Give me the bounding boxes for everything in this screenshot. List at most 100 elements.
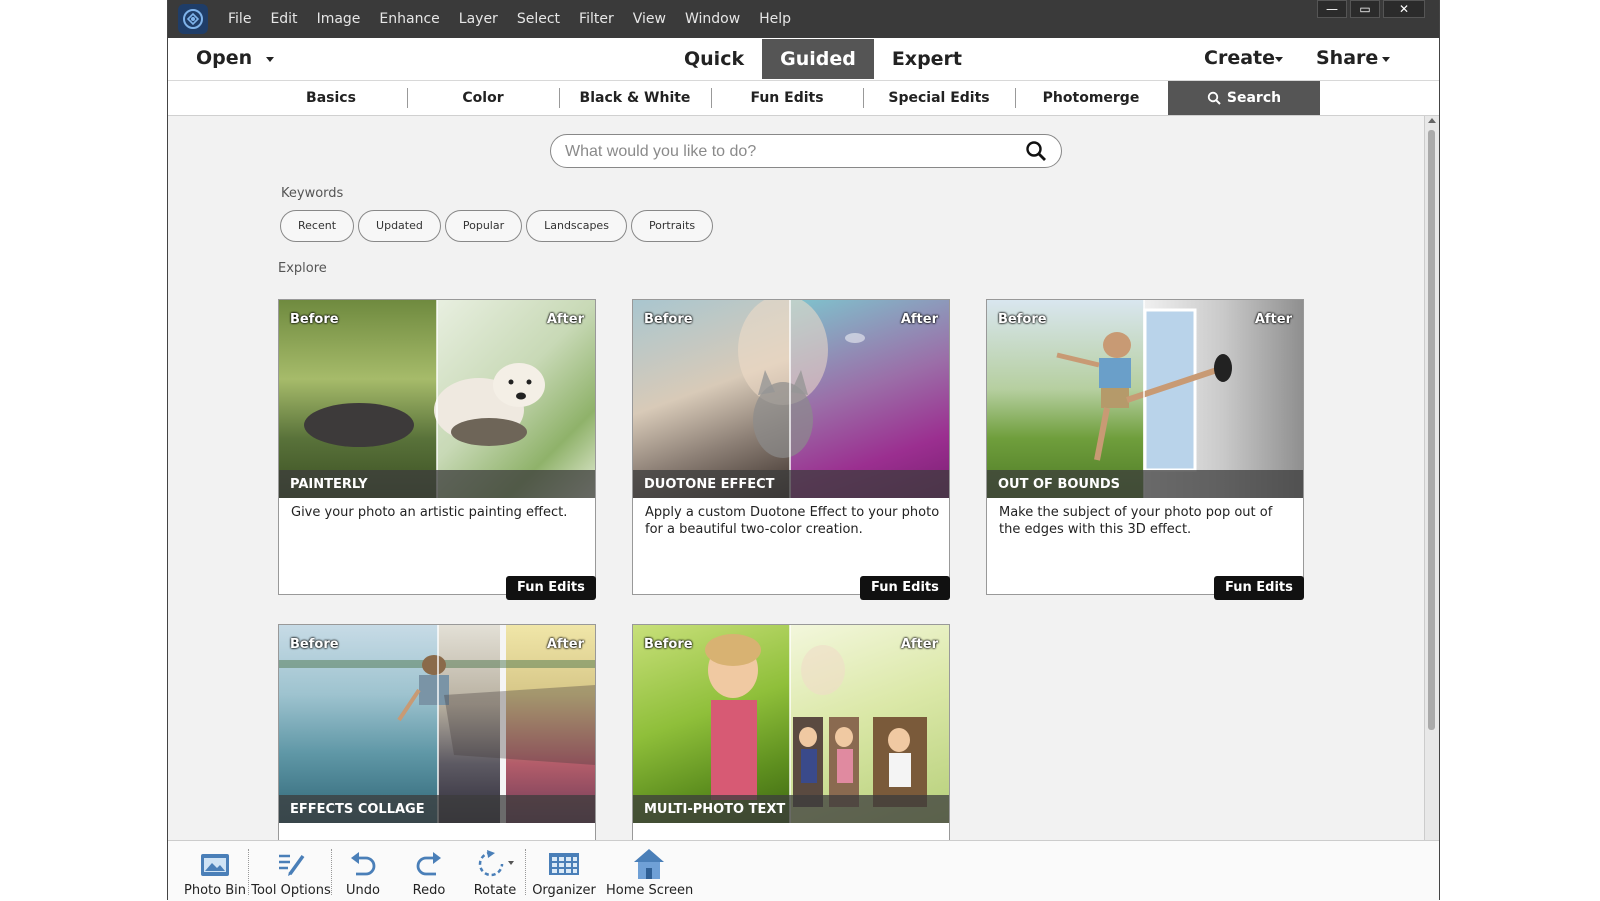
- card-painterly[interactable]: Before After PAINTERLY Give your photo a…: [278, 299, 596, 595]
- card-duotone-effect[interactable]: Before After DUOTONE EFFECT Apply a cust…: [632, 299, 950, 595]
- menu-bar: File Edit Image Enhance Layer Select Fil…: [168, 0, 1439, 38]
- close-button[interactable]: ✕: [1383, 0, 1425, 18]
- card-title: PAINTERLY: [290, 477, 368, 492]
- after-label: After: [546, 637, 584, 652]
- home-screen-button[interactable]: Home Screen: [606, 847, 693, 898]
- keywords-label: Keywords: [281, 186, 344, 201]
- menu-help[interactable]: Help: [759, 11, 791, 27]
- keyword-popular[interactable]: Popular: [444, 210, 523, 242]
- photo-bin-label: Photo Bin: [184, 883, 246, 898]
- toolbar-divider: [248, 849, 249, 895]
- duotone-thumbnail: Before After DUOTONE EFFECT: [633, 300, 949, 498]
- before-label: Before: [290, 637, 339, 652]
- menu-image[interactable]: Image: [317, 11, 361, 27]
- photo-bin-icon: [201, 854, 229, 876]
- search-field[interactable]: [550, 134, 1062, 168]
- after-label: After: [546, 312, 584, 327]
- guided-category-tabs: Basics Color Black & White Fun Edits Spe…: [168, 81, 1439, 116]
- open-button[interactable]: Open: [196, 47, 252, 69]
- card-title: DUOTONE EFFECT: [644, 477, 775, 492]
- tab-fun-edits[interactable]: Fun Edits: [712, 81, 862, 115]
- fun-edits-badge: Fun Edits: [860, 576, 950, 600]
- tab-search-label: Search: [1226, 90, 1282, 106]
- tab-black-white[interactable]: Black & White: [560, 81, 710, 115]
- scrollbar-thumb[interactable]: [1428, 130, 1435, 730]
- rotate-caret-icon: [508, 861, 514, 865]
- share-button[interactable]: Share: [1316, 47, 1378, 69]
- search-input[interactable]: [563, 139, 1007, 165]
- before-label: Before: [290, 312, 339, 327]
- content-scrollbar[interactable]: [1424, 116, 1439, 840]
- organizer-button[interactable]: Organizer: [528, 847, 600, 898]
- card-description: Make the subject of your photo pop out o…: [999, 505, 1273, 537]
- card-multi-photo-text[interactable]: Before After MULTI-PHOTO TEXT: [632, 624, 950, 840]
- rotate-button[interactable]: Rotate: [468, 847, 522, 898]
- redo-button[interactable]: Redo: [404, 847, 454, 898]
- menu-window[interactable]: Window: [685, 11, 740, 27]
- create-button[interactable]: Create: [1204, 47, 1275, 69]
- card-description: Give your photo an artistic painting eff…: [291, 505, 568, 520]
- mode-expert[interactable]: Expert: [874, 39, 980, 79]
- undo-icon: [351, 852, 376, 876]
- explore-label: Explore: [278, 261, 327, 276]
- card-title: OUT OF BOUNDS: [998, 477, 1121, 492]
- menu-view[interactable]: View: [633, 11, 666, 27]
- keyword-pills: Recent Updated Popular Landscapes Portra…: [280, 210, 717, 242]
- mode-guided[interactable]: Guided: [762, 39, 874, 79]
- search-icon: [1207, 91, 1221, 105]
- redo-label: Redo: [412, 883, 446, 898]
- rotate-label: Rotate: [473, 883, 517, 898]
- app-logo-icon: [178, 4, 208, 34]
- menu-layer[interactable]: Layer: [459, 11, 498, 27]
- scroll-up-arrow-icon[interactable]: [1428, 118, 1436, 123]
- home-icon: [634, 849, 664, 879]
- open-dropdown-caret-icon[interactable]: [266, 57, 274, 62]
- tab-basics[interactable]: Basics: [256, 81, 406, 115]
- after-label: After: [1254, 312, 1292, 327]
- tab-special-edits[interactable]: Special Edits: [864, 81, 1014, 115]
- guided-search-panel: Keywords Recent Updated Popular Landscap…: [168, 116, 1426, 840]
- magnifier-icon[interactable]: [1025, 140, 1047, 162]
- mode-quick[interactable]: Quick: [666, 39, 762, 79]
- tab-photomerge[interactable]: Photomerge: [1016, 81, 1166, 115]
- card-title: MULTI-PHOTO TEXT: [644, 802, 786, 817]
- keyword-landscapes[interactable]: Landscapes: [526, 210, 627, 242]
- menu-file[interactable]: File: [228, 11, 251, 27]
- menu-filter[interactable]: Filter: [579, 11, 614, 27]
- tool-options-label: Tool Options: [251, 883, 331, 898]
- organizer-label: Organizer: [532, 883, 596, 898]
- undo-label: Undo: [346, 883, 380, 898]
- keyword-updated[interactable]: Updated: [358, 210, 441, 242]
- app-window: File Edit Image Enhance Layer Select Fil…: [167, 0, 1440, 901]
- jumping-boy-illustration: [1056, 308, 1232, 472]
- tab-search[interactable]: Search: [1168, 81, 1320, 115]
- card-title: EFFECTS COLLAGE: [290, 802, 425, 817]
- create-dropdown-caret-icon[interactable]: [1275, 57, 1283, 62]
- before-label: Before: [644, 637, 693, 652]
- card-out-of-bounds[interactable]: Before After OUT OF BOUNDS Make the subj…: [986, 299, 1304, 595]
- share-dropdown-caret-icon[interactable]: [1382, 57, 1390, 62]
- photo-bin-button[interactable]: Photo Bin: [180, 847, 250, 898]
- menu-enhance[interactable]: Enhance: [379, 11, 439, 27]
- minimize-button[interactable]: —: [1317, 0, 1347, 18]
- effects-collage-thumbnail: Before After EFFECTS COLLAGE: [279, 625, 595, 823]
- keyword-portraits[interactable]: Portraits: [630, 210, 714, 242]
- painterly-thumbnail: Before After PAINTERLY: [279, 300, 595, 498]
- keyword-recent[interactable]: Recent: [280, 210, 355, 242]
- undo-button[interactable]: Undo: [338, 847, 388, 898]
- rotate-icon: [478, 850, 514, 877]
- before-label: Before: [644, 312, 693, 327]
- toolbar-divider: [525, 849, 526, 895]
- fun-edits-badge: Fun Edits: [1214, 576, 1304, 600]
- before-label: Before: [998, 312, 1047, 327]
- tool-options-button[interactable]: Tool Options: [250, 847, 332, 898]
- little-girl-illustration: [705, 634, 927, 807]
- tab-color[interactable]: Color: [408, 81, 558, 115]
- bottom-toolbar: Photo Bin Tool Options Undo Redo Rotate …: [168, 840, 1439, 901]
- card-description: Apply a custom Duotone Effect to your ph…: [645, 505, 940, 537]
- menu-select[interactable]: Select: [517, 11, 560, 27]
- menu-edit[interactable]: Edit: [270, 11, 297, 27]
- fun-edits-badge: Fun Edits: [506, 576, 596, 600]
- restore-button[interactable]: ▭: [1350, 0, 1380, 18]
- card-effects-collage[interactable]: Before After EFFECTS COLLAGE: [278, 624, 596, 840]
